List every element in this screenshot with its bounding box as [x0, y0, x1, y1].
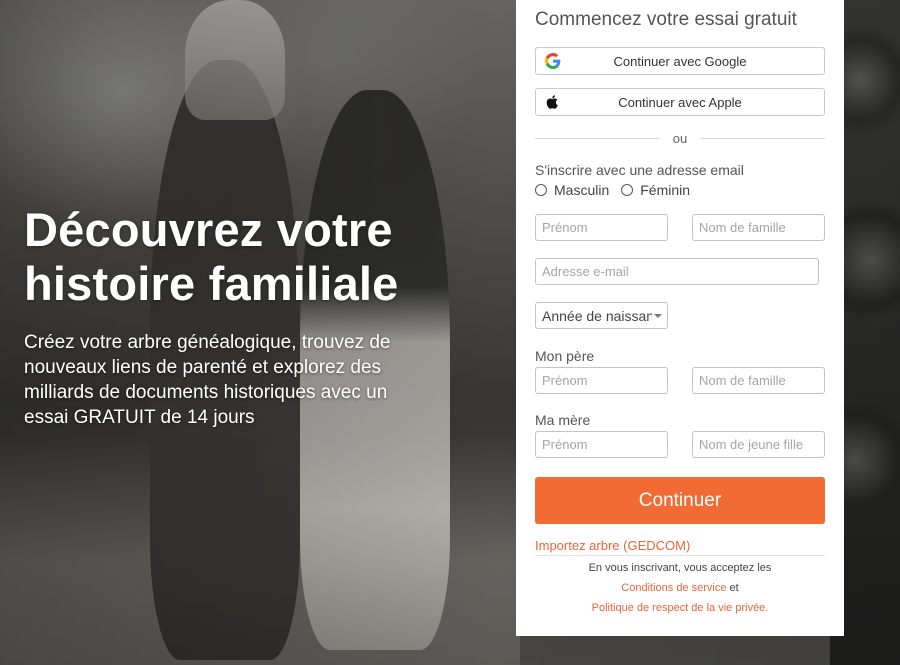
apple-icon: [546, 95, 558, 109]
gender-female-label: Féminin: [640, 182, 691, 198]
father-row: [535, 367, 825, 394]
gender-option-male[interactable]: Masculin: [535, 182, 609, 198]
gender-radio-group: Masculin Féminin: [535, 182, 825, 198]
google-button-label: Continuer avec Google: [613, 53, 747, 69]
continue-with-apple-button[interactable]: Continuer avec Apple: [535, 88, 825, 116]
continue-button[interactable]: Continuer: [535, 477, 825, 524]
apple-button-label: Continuer avec Apple: [618, 94, 742, 110]
terms-line: Conditions de service et: [535, 578, 825, 598]
radio-female[interactable]: [621, 184, 634, 196]
signup-panel: Commencez votre essai gratuit Continuer …: [516, 0, 844, 636]
import-gedcom-link[interactable]: Importez arbre (GEDCOM): [535, 538, 825, 556]
birth-year-select[interactable]: Année de naissance: [535, 302, 668, 329]
hero-subtitle: Créez votre arbre généalogique, trouvez …: [24, 332, 391, 428]
google-icon: [545, 53, 561, 69]
gender-option-female[interactable]: Féminin: [621, 182, 690, 198]
mother-first-name-input[interactable]: [535, 431, 668, 458]
or-label: ou: [672, 130, 688, 146]
mother-label: Ma mère: [535, 412, 591, 428]
hero-title: Découvrez votre histoire familiale: [24, 203, 399, 310]
gender-male-label: Masculin: [554, 182, 610, 198]
chevron-down-icon: [654, 314, 662, 318]
mother-row: [535, 431, 825, 458]
hero-text: Découvrez votre histoire familiale Créez…: [24, 203, 444, 430]
first-name-input[interactable]: [535, 214, 668, 241]
email-signup-heading: S'inscrire avec une adresse email: [535, 162, 744, 178]
privacy-line: Politique de respect de la vie privée.: [535, 598, 825, 618]
name-row: [535, 214, 825, 241]
legal-text: En vous inscrivant, vous acceptez les: [588, 562, 772, 574]
father-first-name-input[interactable]: [535, 367, 668, 394]
birth-year-value: Année de naissance: [542, 308, 652, 324]
last-name-input[interactable]: [692, 214, 825, 241]
or-divider: ou: [535, 130, 825, 146]
divider-line-right: [701, 137, 825, 139]
radio-male[interactable]: [535, 184, 547, 196]
privacy-policy-link[interactable]: Politique de respect de la vie privée.: [592, 602, 769, 614]
terms-of-service-link[interactable]: Conditions de service: [621, 582, 726, 594]
father-label: Mon père: [535, 348, 595, 364]
father-last-name-input[interactable]: [692, 367, 825, 394]
signup-title: Commencez votre essai gratuit: [535, 9, 797, 30]
mother-maiden-name-input[interactable]: [692, 431, 825, 458]
divider-line-left: [535, 137, 659, 139]
email-row: [535, 258, 825, 285]
email-input[interactable]: [535, 258, 819, 285]
continue-with-google-button[interactable]: Continuer avec Google: [535, 47, 825, 75]
and-label: et: [729, 582, 739, 594]
legal-notice: En vous inscrivant, vous acceptez les Co…: [535, 558, 825, 618]
